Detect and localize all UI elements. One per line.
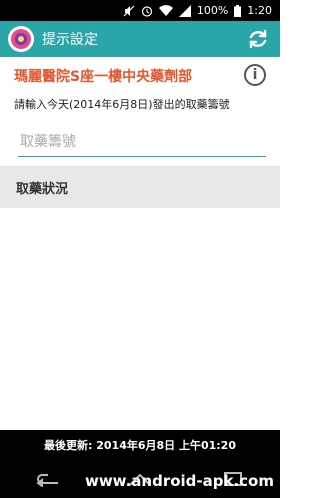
status-section-header: 取藥狀況 xyxy=(0,166,280,208)
mute-icon xyxy=(123,5,135,17)
status-time: 1:20 xyxy=(247,4,272,17)
hospital-name: 瑪麗醫院S座一樓中央藥劑部 xyxy=(14,69,193,85)
back-button[interactable] xyxy=(27,464,67,494)
battery-icon xyxy=(234,4,242,17)
alarm-icon xyxy=(141,5,153,17)
last-updated-footer: 最後更新: 2014年6月8日 上午01:20 xyxy=(0,430,280,460)
instruction-text: 請輸入今天(2014年6月8日)發出的取藥籌號 xyxy=(14,98,230,111)
app-logo-icon[interactable] xyxy=(6,24,36,54)
hospital-row: 瑪麗醫院S座一樓中央藥劑部 i xyxy=(14,62,272,88)
wifi-icon xyxy=(158,4,173,17)
info-icon[interactable]: i xyxy=(244,64,266,86)
watermark-text: www.android-apk.com xyxy=(84,472,274,490)
signal-icon xyxy=(178,4,191,17)
status-bar: 100% 1:20 xyxy=(0,0,280,21)
refresh-icon[interactable] xyxy=(246,27,270,51)
app-bar: 提示設定 xyxy=(0,21,280,57)
battery-percent: 100% xyxy=(196,4,229,17)
ticket-number-input[interactable] xyxy=(18,128,266,157)
last-updated-text: 最後更新: 2014年6月8日 上午01:20 xyxy=(44,439,236,452)
app-title: 提示設定 xyxy=(42,32,98,48)
section-title: 取藥狀況 xyxy=(16,181,69,197)
